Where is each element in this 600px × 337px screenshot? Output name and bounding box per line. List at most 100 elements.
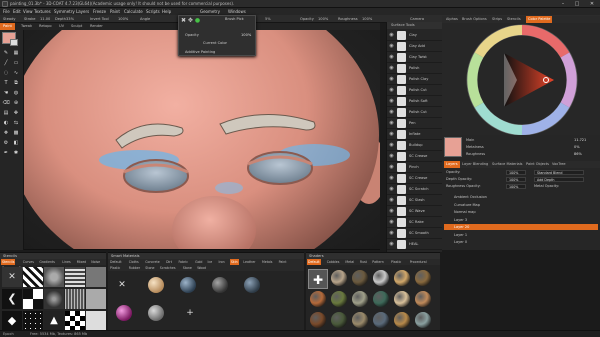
add-material-icon[interactable]: +: [180, 303, 200, 323]
stencil-lines[interactable]: [65, 267, 85, 287]
surface-tool-item[interactable]: ◉ SC Rake: [387, 217, 443, 228]
layer-tool-icon[interactable]: ◧: [12, 140, 20, 147]
panel-tab[interactable]: Procedural: [409, 259, 428, 265]
tab-surface-materials[interactable]: Surface Materials: [490, 161, 525, 168]
menu-view[interactable]: View: [23, 9, 33, 14]
surface-tool-item[interactable]: ◉ Inflate: [387, 129, 443, 140]
surface-tool-item[interactable]: ◉ SC Slash: [387, 195, 443, 206]
menu-calculate[interactable]: Calculate: [124, 9, 143, 14]
add-shader-icon[interactable]: ✚: [308, 269, 328, 289]
roughness-opacity-value[interactable]: 100%: [506, 184, 526, 189]
sculpted-head-model[interactable]: [24, 30, 380, 250]
menu-textures[interactable]: Textures: [34, 9, 51, 14]
shader-preview-ball[interactable]: [352, 291, 368, 307]
shader-preview-ball[interactable]: [310, 312, 326, 328]
depth-mode-dropdown[interactable]: Add Depth: [534, 177, 584, 182]
surface-tool-item[interactable]: ◉ SC Wave: [387, 206, 443, 217]
surface-tool-item[interactable]: ◉ SC Smooth: [387, 228, 443, 239]
visibility-eye-icon[interactable]: ◉: [388, 43, 395, 50]
material-skin-4[interactable]: [244, 277, 260, 293]
brush-mode-dropdown[interactable]: Steady: [3, 17, 16, 21]
visibility-eye-icon[interactable]: ◉: [388, 219, 395, 226]
surface-tool-item[interactable]: ◉ Clay Twist: [387, 52, 443, 63]
stencil-triangle[interactable]: ▲: [44, 311, 64, 331]
spline-tool-icon[interactable]: ∿: [12, 70, 20, 77]
panel-tab[interactable]: Rubber: [128, 265, 141, 271]
additive-painting-option[interactable]: Additive Painting: [185, 50, 215, 54]
visibility-eye-icon[interactable]: ◉: [388, 87, 395, 94]
depth-opacity-value[interactable]: 100%: [506, 177, 526, 182]
tab-render[interactable]: Render: [87, 23, 106, 30]
panel-tab[interactable]: Plastic: [390, 259, 402, 265]
panel-tab[interactable]: Noise: [90, 259, 101, 265]
shader-preview-ball[interactable]: [331, 291, 347, 307]
opacity-value[interactable]: 100%: [118, 17, 128, 21]
menu-windows[interactable]: Windows: [228, 9, 246, 14]
tab-strips[interactable]: Strips: [490, 16, 504, 23]
layer-row[interactable]: Curvature Map: [444, 202, 598, 208]
no-material-icon[interactable]: ✕: [112, 275, 132, 295]
shader-preview-ball[interactable]: [331, 270, 347, 286]
tab-paint[interactable]: Paint: [0, 23, 15, 30]
color-wheel[interactable]: [442, 23, 600, 136]
symmetry-tool-icon[interactable]: ⇆: [12, 120, 20, 127]
layer-opacity-value[interactable]: 100%: [506, 170, 526, 175]
surface-tool-item[interactable]: ◉ Polish Soft: [387, 96, 443, 107]
panel-tab[interactable]: Skin: [229, 259, 239, 265]
3d-viewport[interactable]: [24, 30, 380, 250]
material-skin-3[interactable]: [212, 277, 228, 293]
minimize-button[interactable]: –: [556, 0, 570, 8]
surface-tool-item[interactable]: ◉ Pinch: [387, 162, 443, 173]
clone-tool-icon[interactable]: ⧉: [12, 80, 20, 87]
gradient-tool-icon[interactable]: ▤: [2, 110, 10, 117]
panel-tab[interactable]: Default: [307, 259, 321, 265]
stencil-checker[interactable]: [23, 289, 43, 309]
tab-brush-options[interactable]: Brush Options: [460, 16, 489, 23]
shader-preview-ball[interactable]: [352, 270, 368, 286]
menu-symmetry[interactable]: Symmetry: [54, 9, 75, 14]
lasso-tool-icon[interactable]: ◌: [2, 70, 10, 77]
panel-tab[interactable]: Leather: [242, 259, 256, 265]
surface-tool-item[interactable]: ◉ Pen: [387, 118, 443, 129]
grid-tool-icon[interactable]: ▩: [12, 130, 20, 137]
shader-preview-ball[interactable]: [373, 312, 389, 328]
layer-row[interactable]: Layer 0: [444, 239, 598, 245]
depth-value[interactable]: 33%: [66, 17, 74, 21]
tab-retopo[interactable]: Retopo: [36, 23, 55, 30]
picker-tool-icon[interactable]: ⊕: [12, 100, 20, 107]
tab-stencils[interactable]: Stencils: [505, 16, 523, 23]
visibility-eye-icon[interactable]: ◉: [388, 186, 395, 193]
surface-tool-item[interactable]: ◉ Buildup: [387, 140, 443, 151]
smudge-tool-icon[interactable]: ☚: [2, 90, 10, 97]
panel-tab[interactable]: Iron: [218, 259, 226, 265]
menu-freeze[interactable]: Freeze: [93, 9, 106, 14]
surface-tool-item[interactable]: ◉ Clay: [387, 30, 443, 41]
tab-tweak[interactable]: Tweak: [18, 23, 35, 30]
tab-layer-blending[interactable]: Layer Blending: [460, 161, 490, 168]
layer-row[interactable]: Normal map: [444, 209, 598, 215]
visibility-eye-icon[interactable]: ◉: [388, 120, 395, 127]
shader-preview-ball[interactable]: [331, 312, 347, 328]
menu-paint[interactable]: Paint: [110, 9, 120, 14]
visibility-eye-icon[interactable]: ◉: [388, 142, 395, 149]
stencil-stripes[interactable]: [23, 267, 43, 287]
settings-tool-icon[interactable]: ⚙: [2, 140, 10, 147]
camera-dropdown[interactable]: Camera: [410, 17, 424, 21]
stencil-diamond[interactable]: ◆: [2, 311, 22, 331]
mask-tool-icon[interactable]: ◐: [2, 120, 10, 127]
material-skin-2[interactable]: [180, 277, 196, 293]
brush-icons-row[interactable]: ✖ ✥ ●: [181, 17, 200, 24]
roughness-value[interactable]: 86%: [574, 152, 582, 156]
shader-preview-ball[interactable]: [310, 291, 326, 307]
panel-tab[interactable]: Lines: [61, 259, 71, 265]
panel-tab[interactable]: Scratches: [159, 265, 177, 271]
surface-tool-item[interactable]: ◉ Polish Cut: [387, 85, 443, 96]
panel-tab[interactable]: Gradients: [38, 259, 56, 265]
panel-tab[interactable]: Cobbles: [326, 259, 341, 265]
panel-tab[interactable]: Paint: [278, 259, 288, 265]
surface-tool-item[interactable]: ◉ Polish Cut: [387, 107, 443, 118]
tab-alphas[interactable]: Alphas: [444, 16, 460, 23]
brush-tool-icon[interactable]: ✎: [2, 50, 10, 57]
shader-preview-ball[interactable]: [415, 291, 431, 307]
current-color-swatch[interactable]: [444, 137, 462, 157]
